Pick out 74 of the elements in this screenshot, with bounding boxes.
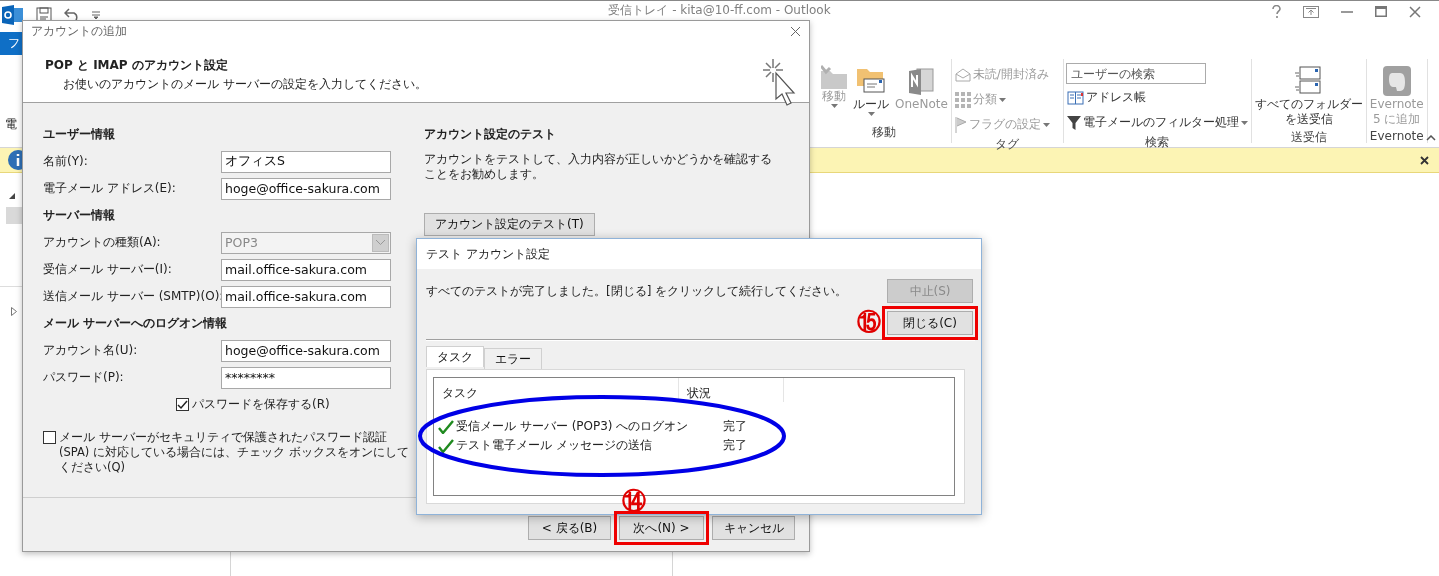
column-header[interactable]: 状況 <box>679 378 784 402</box>
checkbox[interactable] <box>176 398 189 411</box>
group-label: 送受信 <box>1289 129 1328 146</box>
status-message: すべてのテストが完了しました。[閉じる] をクリックして続行してください。 <box>426 283 848 300</box>
checkbox-label: メール サーバーがセキュリティで保護されたパスワード認証 (SPA) に対応している場合には、チェック ボックスをオンにしてください(Q) <box>59 430 410 475</box>
group-label: Evernote <box>1368 129 1425 143</box>
dialog-button[interactable]: キャンセル <box>712 516 795 540</box>
ribbon-button[interactable]: 電子メールのフィルター処理 <box>1065 111 1249 134</box>
expand-triangle-icon[interactable] <box>11 307 17 316</box>
section-heading: ユーザー情報 <box>43 126 115 143</box>
elephant-icon <box>1381 65 1412 97</box>
input-field[interactable]: mail.office-sakura.com <box>221 285 391 308</box>
task-status: 完了 <box>722 437 747 454</box>
chevron-down-icon <box>376 240 385 245</box>
envelopes-icon <box>1293 65 1324 97</box>
dialog-heading: POP と IMAP のアカウント設定 <box>45 57 229 74</box>
grid-icon <box>954 91 971 108</box>
address-book-icon <box>1066 90 1084 105</box>
input-field[interactable]: mail.office-sakura.com <box>221 258 391 281</box>
field-label: 送信メール サーバー (SMTP)(O): <box>43 288 221 305</box>
dialog-subtitle: お使いのアカウントのメール サーバーの設定を入力してください。 <box>62 76 427 93</box>
field-label: アカウントの種類(A): <box>43 234 162 251</box>
task-status: 完了 <box>722 418 747 435</box>
maximize-icon[interactable] <box>1375 6 1387 17</box>
field-label: 電子メール アドレス(E): <box>43 180 177 197</box>
input-field[interactable]: ******** <box>221 366 391 389</box>
folder-icon <box>821 65 847 89</box>
info-icon <box>8 150 22 170</box>
dialog-button[interactable]: < 戻る(B) <box>528 516 611 540</box>
step-number: ⑮ <box>857 310 881 334</box>
undo-icon[interactable] <box>64 8 80 22</box>
search-field[interactable]: ユーザーの検索 <box>1065 63 1206 84</box>
section-heading: サーバー情報 <box>43 207 115 224</box>
test-settings-button[interactable]: アカウント設定のテスト(T) <box>424 213 595 236</box>
checkbox[interactable] <box>43 431 56 444</box>
section-description: アカウントをテストして、入力内容が正しいかどうかを確認することをお勧めします。 <box>424 152 773 182</box>
column-header[interactable]: タスク <box>434 378 679 402</box>
help-icon[interactable] <box>1272 5 1281 18</box>
section-heading: メール サーバーへのログオン情報 <box>43 315 228 332</box>
ribbon-button[interactable]: すべてのフォルダー を送受信 <box>1253 63 1364 129</box>
dialog-title: テスト アカウント設定 <box>426 245 550 263</box>
close-icon[interactable] <box>1420 155 1429 165</box>
dialog-button[interactable]: 閉じる(C) <box>887 311 973 335</box>
step-number: ⑭ <box>622 489 646 513</box>
input-field[interactable]: hoge@office-sakura.com <box>221 339 391 362</box>
flag-icon <box>954 116 967 133</box>
collapse-triangle-icon[interactable] <box>9 193 15 199</box>
input-field[interactable]: hoge@office-sakura.com <box>221 177 391 200</box>
filter-icon <box>1066 115 1081 130</box>
group-label: 検索 <box>1144 134 1171 151</box>
group-label: タグ <box>994 136 1021 153</box>
field-label: 名前(Y): <box>43 153 89 170</box>
ribbon-button[interactable]: アドレス帳 <box>1065 86 1249 109</box>
field-label: アカウント名(U): <box>43 342 139 359</box>
ribbon-button[interactable]: ルール <box>852 63 890 124</box>
checkbox-label: パスワードを保存する(R) <box>192 397 330 412</box>
dialog-button[interactable]: 次へ(N) > <box>619 516 704 540</box>
collapse-ribbon-icon[interactable] <box>1426 135 1436 141</box>
task-name: テスト電子メール メッセージの送信 <box>456 437 652 454</box>
envelope-open-icon <box>954 67 971 82</box>
customize-icon[interactable] <box>92 11 100 19</box>
close-icon[interactable] <box>790 25 801 37</box>
ribbon-display-icon[interactable] <box>1303 5 1319 18</box>
input-field[interactable]: オフィスS <box>221 150 391 173</box>
window-title: 受信トレイ - kita@10-ff.com - Outlook <box>607 3 832 17</box>
field-label: 受信メール サーバー(I): <box>43 261 173 278</box>
tab[interactable]: エラー <box>484 348 542 369</box>
save-icon[interactable] <box>36 7 52 23</box>
section-heading: アカウント設定のテスト <box>424 126 556 143</box>
field-label: パスワード(P): <box>43 369 125 386</box>
tab[interactable]: タスク <box>426 346 484 367</box>
group-label: 移動 <box>871 124 898 141</box>
minimize-icon[interactable] <box>1341 10 1353 13</box>
task-name: 受信メール サーバー (POP3) へのログオン <box>456 418 689 435</box>
